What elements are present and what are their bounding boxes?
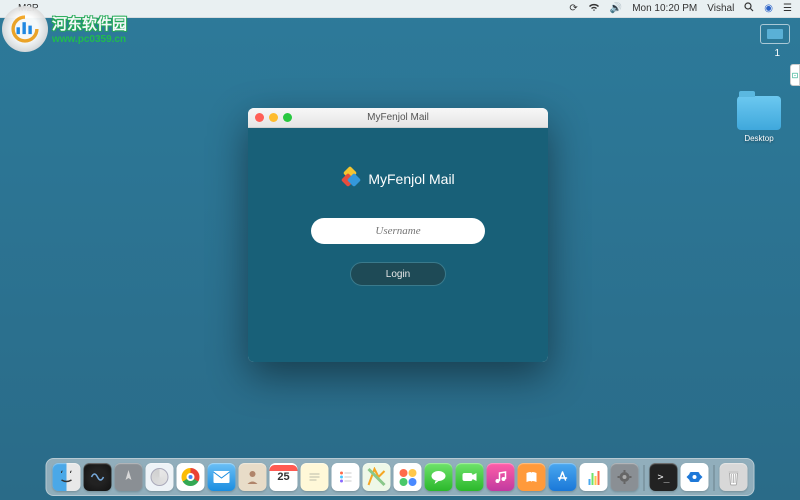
dock-calendar[interactable]: 25 bbox=[270, 463, 298, 491]
minimize-button[interactable] bbox=[269, 113, 278, 122]
window-titlebar[interactable]: MyFenjol Mail bbox=[248, 108, 548, 128]
search-icon[interactable] bbox=[744, 2, 754, 15]
dock-photos[interactable] bbox=[394, 463, 422, 491]
dock-ibooks[interactable] bbox=[518, 463, 546, 491]
workspace-number: 1 bbox=[774, 48, 780, 59]
folder-icon bbox=[737, 96, 781, 130]
dock-finder[interactable] bbox=[53, 463, 81, 491]
app-window: MyFenjol Mail MyFenjol Mail Login bbox=[248, 108, 548, 362]
dock-siri[interactable] bbox=[84, 463, 112, 491]
maximize-button[interactable] bbox=[283, 113, 292, 122]
dock-messages[interactable] bbox=[425, 463, 453, 491]
dock-preferences[interactable] bbox=[611, 463, 639, 491]
dock-reminders[interactable] bbox=[332, 463, 360, 491]
brand-logo-icon bbox=[341, 166, 361, 192]
window-title: MyFenjol Mail bbox=[248, 112, 548, 123]
brand-text: MyFenjol Mail bbox=[368, 171, 454, 187]
app-brand: MyFenjol Mail bbox=[341, 166, 454, 192]
dock-safari[interactable] bbox=[146, 463, 174, 491]
dock-notes[interactable] bbox=[301, 463, 329, 491]
sync-icon[interactable]: ⟳ bbox=[569, 3, 577, 14]
notifications-icon[interactable]: ☰ bbox=[783, 3, 792, 14]
dock-chrome[interactable] bbox=[177, 463, 205, 491]
dock-appstore[interactable] bbox=[549, 463, 577, 491]
dock-facetime[interactable] bbox=[456, 463, 484, 491]
calendar-header-icon bbox=[270, 465, 298, 471]
login-button[interactable]: Login bbox=[350, 262, 446, 286]
dock: 25 >_ bbox=[46, 458, 755, 496]
dock-trash[interactable] bbox=[720, 463, 748, 491]
desktop-folder-label: Desktop bbox=[734, 134, 784, 143]
dock-contacts[interactable] bbox=[239, 463, 267, 491]
calendar-day: 25 bbox=[277, 471, 289, 483]
watermark-logo-icon bbox=[2, 6, 48, 52]
wifi-icon[interactable] bbox=[588, 3, 600, 15]
dock-maps[interactable] bbox=[363, 463, 391, 491]
dock-launchpad[interactable] bbox=[115, 463, 143, 491]
menubar-right: ⟳ 🔊 Mon 10:20 PM Vishal ◉ ☰ bbox=[569, 2, 792, 15]
username-input[interactable] bbox=[311, 218, 485, 244]
photos-icon bbox=[399, 469, 416, 486]
bars-icon bbox=[588, 469, 599, 485]
menubar-clock[interactable]: Mon 10:20 PM bbox=[632, 3, 697, 14]
compass-icon bbox=[151, 468, 169, 486]
workspace-switcher[interactable] bbox=[760, 24, 790, 44]
dock-itunes[interactable] bbox=[487, 463, 515, 491]
dock-terminal[interactable]: >_ bbox=[650, 463, 678, 491]
volume-icon[interactable]: 🔊 bbox=[610, 3, 622, 14]
dock-numbers[interactable] bbox=[580, 463, 608, 491]
globe-icon[interactable]: ◉ bbox=[764, 3, 773, 14]
dock-separator-2 bbox=[714, 465, 715, 491]
window-controls bbox=[255, 113, 292, 122]
side-tab-handle[interactable]: ⊡ bbox=[790, 64, 800, 86]
workspace-thumbnail-icon bbox=[767, 29, 783, 39]
dock-teamviewer[interactable] bbox=[681, 463, 709, 491]
watermark-url: www.pc0359.cn bbox=[52, 34, 127, 45]
dock-mail[interactable] bbox=[208, 463, 236, 491]
login-panel: MyFenjol Mail Login bbox=[248, 128, 548, 362]
menubar-user[interactable]: Vishal bbox=[707, 3, 734, 14]
watermark: 河东软件园 www.pc0359.cn bbox=[2, 6, 127, 52]
close-button[interactable] bbox=[255, 113, 264, 122]
chrome-icon bbox=[182, 468, 200, 486]
dock-separator bbox=[644, 465, 645, 491]
watermark-site-name: 河东软件园 bbox=[52, 13, 127, 34]
desktop-folder[interactable]: Desktop bbox=[734, 96, 784, 143]
